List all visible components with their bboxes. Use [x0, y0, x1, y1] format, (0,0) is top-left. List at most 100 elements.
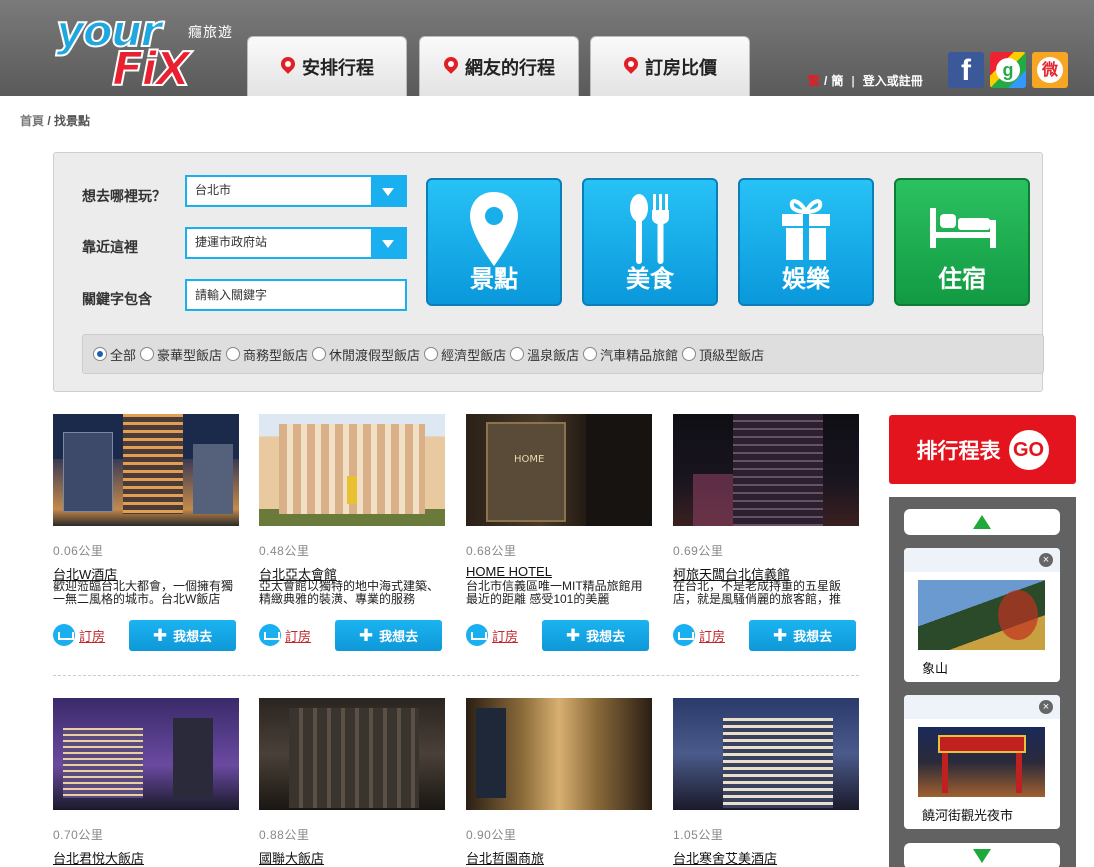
location-pin-icon — [470, 192, 518, 266]
spot-card-header — [904, 695, 1060, 719]
logo-bottom-text: FiX — [111, 41, 192, 97]
hotel-card: 0.06公里 台北W酒店 歡迎蒞臨台北大都會，一個擁有獨一無二風格的城市。台北W… — [53, 414, 239, 651]
filter-business[interactable]: 商務型飯店 — [226, 345, 308, 364]
radio-button[interactable] — [682, 347, 697, 361]
schedule-label: 排行程表 — [916, 439, 1001, 463]
row-divider — [53, 675, 859, 676]
category-label: 娛樂 — [782, 266, 830, 293]
tab-user-trips[interactable]: 網友的行程 — [419, 36, 579, 96]
hotel-name-link[interactable]: 台北寒舍艾美酒店 — [673, 848, 777, 867]
hotel-photo[interactable] — [259, 698, 445, 810]
city-select-value: 台北市 — [195, 183, 232, 197]
radio-button[interactable] — [93, 347, 107, 361]
hotel-photo[interactable]: HOME — [466, 414, 652, 526]
filter-motel[interactable]: 汽車精品旅館 — [583, 345, 678, 364]
keyword-input[interactable] — [185, 279, 407, 311]
category-attractions-button[interactable]: 景點 — [426, 178, 562, 306]
hotel-distance: 1.05公里 — [673, 828, 724, 842]
hotel-name-link[interactable]: HOME HOTEL — [466, 564, 552, 579]
location-pin-icon — [280, 56, 296, 78]
filter-luxury[interactable]: 豪華型飯店 — [140, 345, 222, 364]
spot-photo[interactable] — [918, 580, 1045, 650]
want-to-go-button[interactable]: ✚ 我想去 — [749, 620, 856, 651]
hotel-photo[interactable] — [673, 698, 859, 810]
schedule-spot-card: × 饒河街觀光夜市 — [904, 695, 1060, 829]
chevron-down-icon[interactable] — [371, 177, 405, 205]
hotel-photo[interactable] — [259, 414, 445, 526]
book-room-link[interactable]: 訂房 — [466, 624, 518, 646]
chevron-down-icon[interactable] — [371, 229, 405, 257]
station-select[interactable]: 捷運市政府站 — [185, 227, 407, 259]
radio-button[interactable] — [140, 347, 155, 361]
hotel-name-link[interactable]: 台北哲園商旅 — [466, 848, 544, 867]
hotel-photo[interactable] — [53, 698, 239, 810]
facebook-icon[interactable]: f — [948, 52, 984, 88]
breadcrumb-separator: / — [44, 114, 55, 128]
book-room-link[interactable]: 訂房 — [53, 624, 105, 646]
go-badge: GO — [1008, 429, 1049, 470]
hotel-name-link[interactable]: 國聯大飯店 — [259, 848, 324, 867]
google-plus-icon[interactable]: g — [990, 52, 1026, 88]
scroll-up-button[interactable] — [904, 509, 1060, 535]
book-room-link[interactable]: 訂房 — [259, 624, 311, 646]
want-to-go-button[interactable]: ✚ 我想去 — [129, 620, 236, 651]
language-switcher: 繁 / 簡 | 登入或註冊 — [808, 72, 923, 89]
want-to-go-button[interactable]: ✚ 我想去 — [335, 620, 442, 651]
radio-button[interactable] — [510, 347, 525, 361]
hotel-card: 1.05公里 台北寒舍艾美酒店 — [673, 698, 859, 866]
want-to-go-button[interactable]: ✚ 我想去 — [542, 620, 649, 651]
where-label: 想去哪裡玩？ — [82, 188, 166, 204]
search-panel: 想去哪裡玩？ 台北市 靠近這裡 捷運市政府站 關鍵字包含 景點 美食 — [53, 152, 1044, 392]
radio-button[interactable] — [312, 347, 327, 361]
filter-premium[interactable]: 頂級型飯店 — [682, 345, 764, 364]
radio-button[interactable] — [424, 347, 439, 361]
hotel-card: 0.88公里 國聯大飯店 — [259, 698, 445, 866]
login-link[interactable]: 登入或註冊 — [863, 72, 923, 89]
hotel-distance: 0.88公里 — [259, 828, 310, 842]
spot-card-header — [904, 548, 1060, 572]
google-glyph: g — [996, 58, 1020, 82]
arrow-up-icon — [973, 515, 991, 529]
breadcrumb-home[interactable]: 首頁 — [20, 114, 44, 128]
gift-icon — [782, 199, 830, 260]
bed-icon — [673, 624, 695, 646]
lang-traditional[interactable]: 繁 — [808, 72, 820, 89]
tab-hotel-compare[interactable]: 訂房比價 — [590, 36, 750, 96]
book-room-link[interactable]: 訂房 — [673, 624, 725, 646]
hotel-type-filter: 全部 豪華型飯店 商務型飯店 休閒渡假型飯店 經濟型飯店 溫泉飯店 汽車精品旅館… — [82, 334, 1044, 374]
hotel-description: 在台北，不是老成持重的五星飯店，就是風騷俏麗的旅客館，推 — [673, 580, 842, 606]
hotel-photo[interactable] — [466, 698, 652, 810]
hotel-photo[interactable] — [53, 414, 239, 526]
category-entertainment-button[interactable]: 娛樂 — [738, 178, 874, 306]
filter-hotspring[interactable]: 溫泉飯店 — [510, 345, 579, 364]
radio-button[interactable] — [226, 347, 241, 361]
hotel-card: HOME 0.68公里 HOME HOTEL 台北市信義區唯一MIT精品旅館用最… — [466, 414, 652, 651]
site-logo[interactable]: your FiX 癮旅遊 — [52, 4, 237, 97]
filter-label: 商務型飯店 — [243, 347, 309, 363]
filter-label: 全部 — [110, 347, 137, 363]
category-food-button[interactable]: 美食 — [582, 178, 718, 306]
plus-icon: ✚ — [565, 626, 581, 645]
radio-button[interactable] — [583, 347, 598, 361]
close-icon[interactable]: × — [1039, 700, 1053, 714]
tab-plan-trip[interactable]: 安排行程 — [247, 36, 407, 96]
category-lodging-button[interactable]: 住宿 — [894, 178, 1030, 306]
bed-icon — [466, 624, 488, 646]
close-icon[interactable]: × — [1039, 553, 1053, 567]
filter-budget[interactable]: 經濟型飯店 — [424, 345, 506, 364]
spot-photo[interactable] — [918, 727, 1045, 797]
hotel-name-link[interactable]: 台北君悅大飯店 — [53, 848, 144, 867]
hotel-photo[interactable] — [673, 414, 859, 526]
keyword-label: 關鍵字包含 — [82, 291, 152, 307]
site-header: your FiX 癮旅遊 安排行程 網友的行程 訂房比價 繁 / 簡 | 登入或… — [0, 0, 1094, 97]
schedule-spot-card: × 象山 — [904, 548, 1060, 682]
hotel-card: 0.70公里 台北君悅大飯店 — [53, 698, 239, 866]
hotel-distance: 0.70公里 — [53, 828, 104, 842]
scroll-down-button[interactable] — [904, 843, 1060, 867]
schedule-go-button[interactable]: 排行程表 GO — [889, 415, 1076, 484]
city-select[interactable]: 台北市 — [185, 175, 407, 207]
weibo-icon[interactable]: 微 — [1032, 52, 1068, 88]
lang-simplified[interactable]: 簡 — [831, 72, 843, 89]
filter-resort[interactable]: 休閒渡假型飯店 — [312, 345, 420, 364]
filter-all[interactable]: 全部 — [93, 345, 136, 364]
